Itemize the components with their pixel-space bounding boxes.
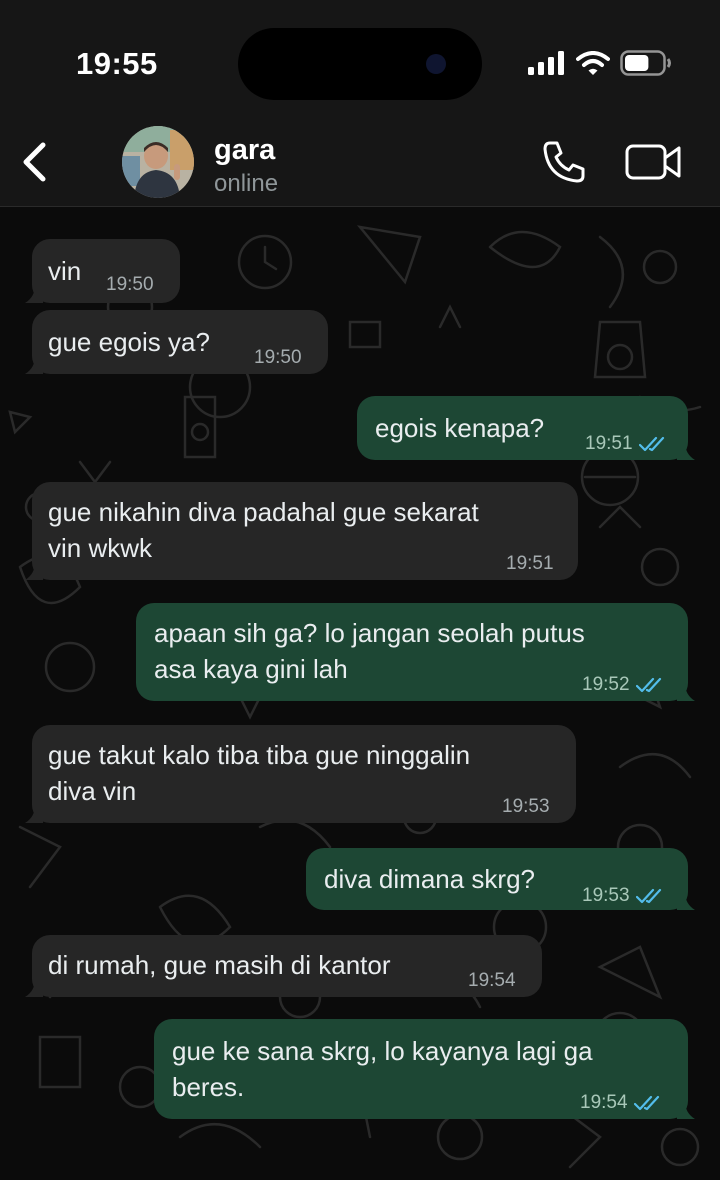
phone-icon	[543, 141, 585, 183]
message-time: 19:54	[580, 1092, 628, 1113]
bubble-tail	[25, 285, 43, 303]
message-meta: 19:50	[106, 267, 154, 303]
message-outgoing[interactable]: apaan sih ga? lo jangan seolah putus asa…	[136, 603, 695, 703]
message-time: 19:52	[582, 674, 630, 695]
double-check-icon	[638, 436, 664, 452]
message-incoming[interactable]: gue takut kalo tiba tiba gue ninggalin d…	[25, 725, 576, 825]
dynamic-island	[238, 28, 482, 100]
contact-name[interactable]: gara	[214, 134, 275, 167]
message-incoming[interactable]: di rumah, gue masih di kantor 19:54	[25, 935, 542, 999]
message-text-line: vin wkwk	[48, 533, 153, 563]
message-text-line: gue ke sana skrg, lo kayanya lagi ga	[172, 1036, 593, 1066]
message-text-line: gue takut kalo tiba tiba gue ninggalin	[48, 740, 471, 770]
bubble-tail	[25, 356, 43, 374]
message-incoming[interactable]: gue egois ya? 19:50	[25, 310, 328, 376]
message-text-line: apaan sih ga? lo jangan seolah putus	[154, 618, 585, 648]
message-meta: 19:50	[254, 340, 302, 376]
message-list[interactable]: vin 19:50 gue egois ya? 19:50 egois kena…	[0, 207, 720, 1180]
message-meta: 19:51	[506, 546, 554, 582]
chat-header: gara online	[0, 120, 720, 207]
bubble-tail	[25, 979, 43, 997]
message-time: 19:51	[585, 433, 633, 454]
message-text-line: diva vin	[48, 776, 137, 806]
bubble-tail	[677, 683, 695, 701]
bubble-tail	[25, 805, 43, 823]
message-time: 19:53	[502, 796, 550, 817]
message-text: gue egois ya?	[48, 327, 210, 357]
message-outgoing[interactable]: gue ke sana skrg, lo kayanya lagi ga ber…	[154, 1019, 695, 1121]
message-time: 19:50	[106, 274, 154, 295]
wifi-icon	[576, 51, 610, 75]
message-meta: 19:54	[468, 963, 516, 999]
message-text: diva dimana skrg?	[324, 864, 535, 894]
voice-call-button[interactable]	[540, 138, 588, 186]
avatar-photo	[122, 126, 194, 198]
double-check-icon	[635, 677, 661, 693]
status-icons	[528, 50, 672, 76]
back-button[interactable]	[14, 138, 54, 186]
chevron-left-icon	[23, 142, 46, 182]
message-time: 19:53	[582, 885, 630, 906]
message-text: vin	[48, 256, 82, 286]
battery-icon	[620, 50, 671, 76]
video-camera-icon	[625, 144, 681, 180]
message-time: 19:51	[506, 553, 554, 574]
message-incoming[interactable]: gue nikahin diva padahal gue sekarat vin…	[25, 482, 578, 582]
message-meta: 19:53	[502, 789, 550, 825]
message-outgoing[interactable]: diva dimana skrg? 19:53	[306, 848, 695, 910]
bubble-tail	[25, 562, 43, 580]
bubble-tail	[677, 1101, 695, 1119]
message-text: di rumah, gue masih di kantor	[48, 950, 391, 980]
message-meta: 19:51	[585, 426, 669, 462]
status-time: 19:55	[76, 46, 158, 81]
message-time: 19:54	[468, 970, 516, 991]
double-check-icon	[633, 1095, 659, 1111]
message-time: 19:50	[254, 347, 302, 368]
message-meta: 19:53	[582, 878, 666, 914]
message-text-line: gue nikahin diva padahal gue sekarat	[48, 497, 479, 527]
message-meta: 19:52	[582, 667, 666, 703]
video-call-button[interactable]	[624, 140, 684, 184]
message-incoming[interactable]: vin 19:50	[25, 239, 180, 303]
status-bar: 19:55	[0, 0, 720, 120]
double-check-icon	[635, 888, 661, 904]
signal-icon	[528, 51, 564, 75]
message-outgoing[interactable]: egois kenapa? 19:51	[357, 396, 695, 462]
bubble-tail	[677, 892, 695, 910]
message-text: egois kenapa?	[375, 413, 545, 443]
bubble-tail	[677, 442, 695, 460]
message-text-line: beres.	[172, 1072, 245, 1102]
message-meta: 19:54	[580, 1085, 664, 1121]
contact-avatar[interactable]	[122, 126, 194, 198]
message-text-line: asa kaya gini lah	[154, 654, 348, 684]
contact-status: online	[214, 170, 279, 197]
